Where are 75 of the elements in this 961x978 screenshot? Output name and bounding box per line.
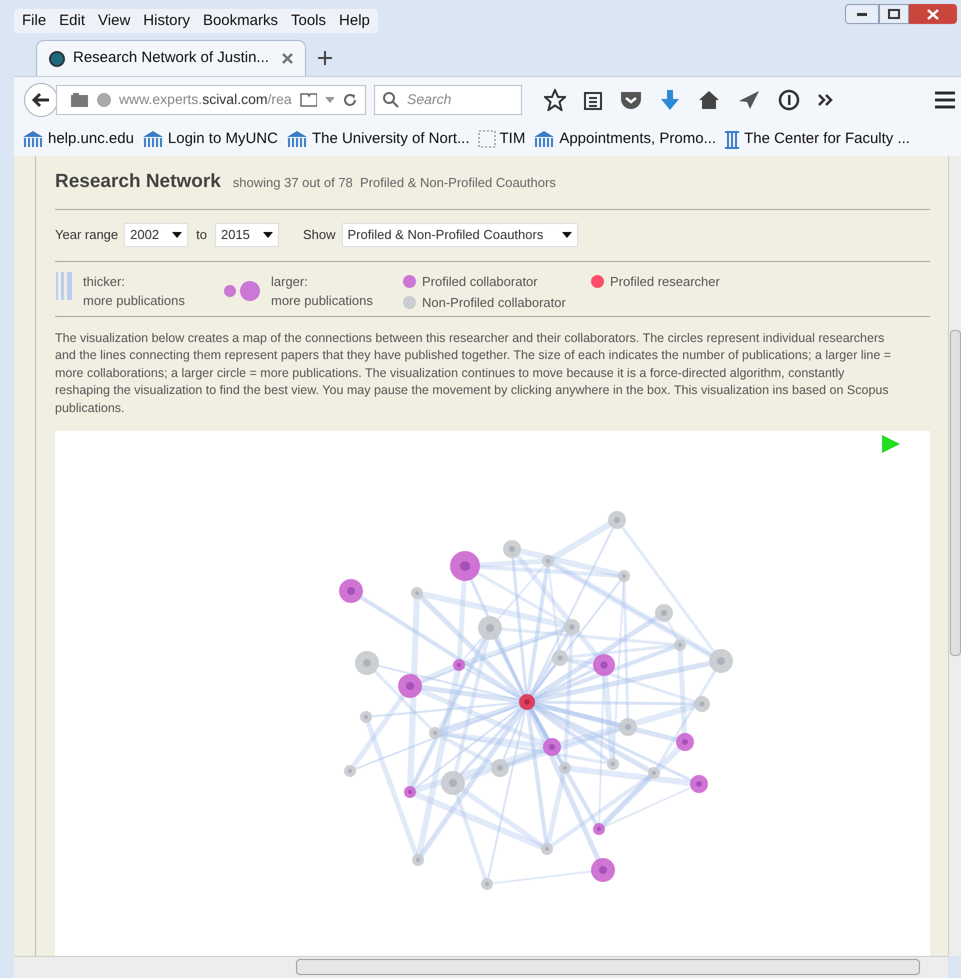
search-field[interactable]: Search <box>374 84 522 114</box>
browser-tab[interactable]: Research Network of Justin... <box>36 40 306 76</box>
description-text: The visualization below creates a map of the connections between this researcher and their collaborators. The circles represent individual researchers and the lines connecting them represent papers that they have published together. The size of each indicates the number of publications; a larger line = more collaborations; a larger circle = more publications. The visualization continues to move because it is a force-directed algorithm, constantly reshaping the visualization to find the best view. You may pause the movement by clicking anywhere in the box. This visualization ins based on Scopus publications. <box>55 330 892 417</box>
bookmark-link[interactable]: Appointments, Promo... <box>559 128 716 150</box>
circle-info-icon[interactable] <box>778 88 800 110</box>
menu-item[interactable]: Tools <box>290 10 326 32</box>
back-button[interactable] <box>24 82 58 116</box>
new-tab-plus-icon[interactable] <box>318 51 332 65</box>
paper-plane-icon[interactable] <box>738 90 760 110</box>
building-icon <box>142 130 164 148</box>
page-subtitle: showing 37 out of 78 Profiled & Non-Profiled Coauthors <box>232 174 556 192</box>
bookmark-link[interactable]: The University of Nort... <box>312 128 470 150</box>
legend-text: Non-Profiled collaborator <box>422 294 566 312</box>
menu-item[interactable]: Edit <box>59 10 86 32</box>
legend-text: larger: more publications <box>271 272 373 310</box>
dropdown-caret-icon <box>562 232 572 238</box>
search-icon <box>383 92 399 108</box>
line-thickness-icon <box>55 272 73 300</box>
bookmark-link[interactable]: TIM <box>500 128 526 150</box>
building-icon <box>22 130 44 148</box>
bookmark-link[interactable]: The Center for Faculty ... <box>744 128 910 150</box>
double-chevron-icon[interactable] <box>818 94 834 106</box>
search-placeholder: Search <box>407 90 452 109</box>
legend-text: thicker: more publications <box>83 272 185 310</box>
year-to-dropdown[interactable]: 2015 <box>214 223 279 247</box>
dropdown-icon[interactable] <box>324 96 334 104</box>
page-icon <box>71 92 88 106</box>
clipboard-icon[interactable] <box>584 90 602 110</box>
year-from-dropdown[interactable]: 2002 <box>124 223 188 247</box>
legend-text: Profiled researcher <box>610 272 720 290</box>
legend-text: Profiled collaborator <box>422 272 538 290</box>
minimize-icon <box>857 12 867 16</box>
maximize-button[interactable] <box>879 4 909 24</box>
show-label: Show <box>302 226 336 244</box>
menu-item[interactable]: Bookmarks <box>202 10 278 32</box>
year-range-label: Year range <box>55 226 118 244</box>
bookmark-link[interactable]: help.unc.edu <box>48 128 134 150</box>
globe-icon <box>96 92 111 108</box>
dropdown-caret-icon <box>262 232 273 238</box>
scrollbar-thumb[interactable] <box>296 959 920 975</box>
site-favicon-icon <box>49 50 65 66</box>
show-dropdown[interactable]: Profiled & Non-Profiled Coauthors <box>342 223 578 247</box>
page-title: Research Network <box>55 170 221 194</box>
maximize-icon <box>888 9 900 19</box>
dashed-square-icon <box>478 130 496 148</box>
to-label: to <box>196 226 207 244</box>
building-icon <box>533 130 556 148</box>
menu-item[interactable]: History <box>143 10 190 32</box>
network-nodes[interactable] <box>339 511 733 890</box>
address-bar[interactable]: www.experts.scival.com/rea <box>56 84 366 114</box>
building-icon <box>286 130 308 148</box>
menu-item[interactable]: View <box>98 10 130 32</box>
dropdown-caret-icon <box>172 232 182 238</box>
scrollbar-thumb[interactable] <box>950 330 961 656</box>
reader-view-icon[interactable] <box>300 92 317 106</box>
minimize-button[interactable] <box>845 4 879 24</box>
menu-item[interactable]: File <box>22 10 46 32</box>
tab-title: Research Network of Justin... <box>73 48 269 68</box>
url-text: www.experts.scival.com/rea <box>118 90 292 109</box>
reload-icon[interactable] <box>342 92 357 108</box>
vertical-scrollbar[interactable] <box>948 156 961 956</box>
horizontal-scrollbar[interactable] <box>14 956 948 978</box>
circle-size-icon <box>223 280 261 302</box>
close-button[interactable] <box>909 4 957 24</box>
back-arrow-icon <box>32 92 50 108</box>
download-icon[interactable] <box>660 88 680 110</box>
close-icon <box>927 8 939 20</box>
column-icon <box>724 129 740 149</box>
bookmark-link[interactable]: Login to MyUNC <box>168 128 278 150</box>
menu-item[interactable]: Help <box>339 10 370 32</box>
close-icon[interactable] <box>282 53 293 64</box>
star-icon[interactable] <box>544 88 566 110</box>
menu-icon[interactable] <box>935 90 955 108</box>
pocket-icon[interactable] <box>620 90 642 110</box>
home-icon[interactable] <box>698 90 720 110</box>
